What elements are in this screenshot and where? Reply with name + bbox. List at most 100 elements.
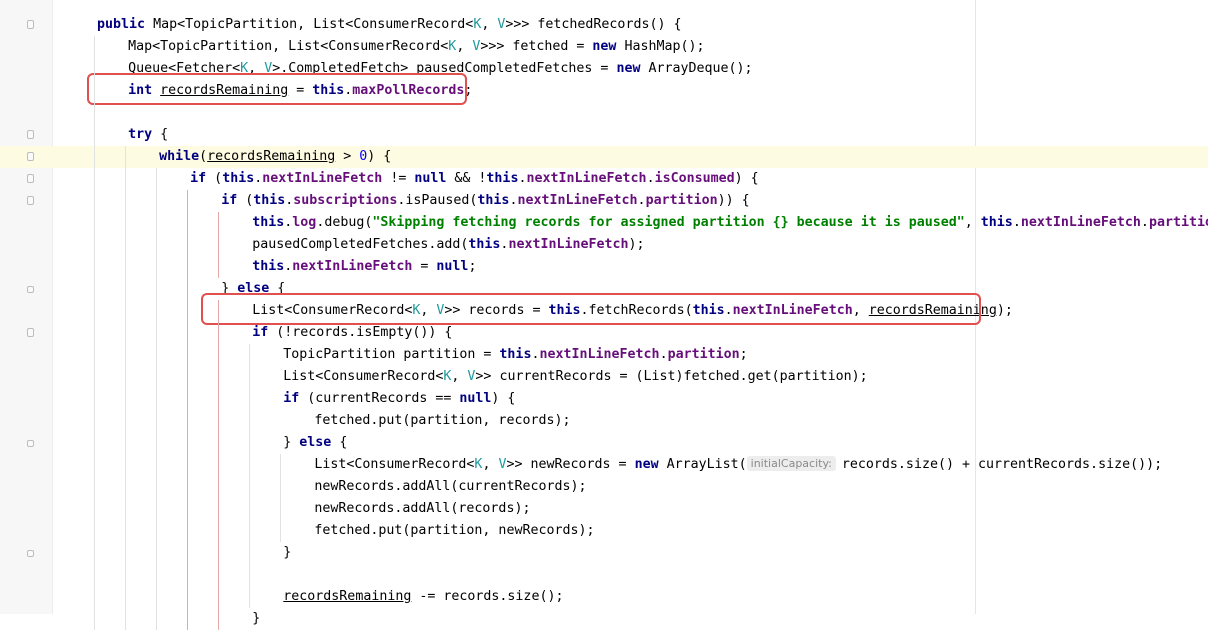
fold-marker-icon[interactable] <box>27 550 34 557</box>
code-line[interactable]: TopicPartition partition = this.nextInLi… <box>0 344 1208 366</box>
code-token: this <box>486 171 519 186</box>
code-token: TopicPartition partition = <box>283 347 500 362</box>
code-line-text: newRecords.addAll(records); <box>314 498 530 520</box>
fold-marker-icon[interactable] <box>27 196 34 205</box>
code-line[interactable]: fetched.put(partition, records); <box>0 410 1208 432</box>
code-line-text: } <box>252 608 260 630</box>
indent-guide <box>125 146 127 630</box>
code-token: records.size() + currentRecords.size()); <box>841 457 1163 472</box>
code-token: this <box>499 347 532 362</box>
code-token: nextInLineFetch <box>517 193 638 208</box>
code-line-text: } else { <box>283 432 347 454</box>
code-line[interactable]: pausedCompletedFetches.add(this.nextInLi… <box>0 234 1208 256</box>
code-token: ArrayList( <box>658 457 747 472</box>
code-token: ( <box>206 171 223 186</box>
code-token: try <box>128 127 153 142</box>
fold-marker-icon[interactable] <box>27 20 34 29</box>
code-line[interactable]: fetched.put(partition, newRecords); <box>0 520 1208 542</box>
code-line[interactable]: recordsRemaining -= records.size(); <box>0 586 1208 608</box>
code-token: nextInLineFetch <box>526 171 647 186</box>
code-token: = <box>412 259 437 274</box>
code-line-text: pausedCompletedFetches.add(this.nextInLi… <box>252 234 644 256</box>
code-token: nextInLineFetch <box>262 171 383 186</box>
code-token: while <box>159 149 200 164</box>
code-token: this <box>252 259 285 274</box>
code-token: != <box>382 171 415 186</box>
code-line[interactable]: try { <box>0 124 1208 146</box>
fold-marker-icon[interactable] <box>27 174 34 183</box>
code-token: isConsumed <box>654 171 735 186</box>
code-line[interactable]: if (!records.isEmpty()) { <box>0 322 1208 344</box>
code-token: this <box>222 171 255 186</box>
code-token: if <box>252 325 269 340</box>
code-token: } <box>283 435 300 450</box>
code-line[interactable]: if (currentRecords == null) { <box>0 388 1208 410</box>
code-token: , <box>456 39 473 54</box>
code-token: .debug( <box>316 215 373 230</box>
code-line[interactable]: List<ConsumerRecord<K, V>> newRecords = … <box>0 454 1208 476</box>
code-token: List<ConsumerRecord< <box>283 369 444 384</box>
annotation-box-records-remaining <box>87 73 467 105</box>
code-line[interactable]: Map<TopicPartition, List<ConsumerRecord<… <box>0 36 1208 58</box>
code-token: , <box>964 215 981 230</box>
code-line[interactable]: while(recordsRemaining > 0) { <box>0 146 1208 168</box>
code-token: >>> fetchedRecords() { <box>505 17 682 32</box>
code-token: Map<TopicPartition, List<ConsumerRecord< <box>145 17 474 32</box>
code-line[interactable]: List<ConsumerRecord<K, V>> currentRecord… <box>0 366 1208 388</box>
code-line[interactable]: this.nextInLineFetch = null; <box>0 256 1208 278</box>
code-token: partition <box>667 347 740 362</box>
indent-guide <box>218 212 220 278</box>
code-token: else <box>299 435 332 450</box>
code-line[interactable]: newRecords.addAll(currentRecords); <box>0 476 1208 498</box>
fold-marker-icon[interactable] <box>27 328 34 337</box>
code-token: subscriptions <box>293 193 398 208</box>
code-line-text: if (!records.isEmpty()) { <box>252 322 452 344</box>
code-token: >>> fetched = <box>480 39 593 54</box>
code-token: )) { <box>717 193 750 208</box>
indent-guide <box>218 300 220 630</box>
fold-marker-icon[interactable] <box>27 440 34 447</box>
code-line[interactable]: if (this.nextInLineFetch != null && !thi… <box>0 168 1208 190</box>
code-line[interactable]: this. log.debug("Skipping fetching record… <box>0 212 1208 234</box>
code-token: if <box>283 391 300 406</box>
code-token: . <box>646 171 655 186</box>
code-line[interactable] <box>0 564 1208 586</box>
code-token: >> newRecords = <box>506 457 635 472</box>
code-line-text: fetched.put(partition, records); <box>314 410 570 432</box>
code-line[interactable]: public Map<TopicPartition, List<Consumer… <box>0 14 1208 36</box>
code-line[interactable]: } <box>0 542 1208 564</box>
code-token: nextInLineFetch <box>508 237 629 252</box>
fold-marker-icon[interactable] <box>27 130 34 139</box>
indent-guide <box>187 190 189 630</box>
code-line[interactable]: } <box>0 608 1208 630</box>
fold-marker-icon[interactable] <box>27 286 34 293</box>
code-token: ; <box>739 347 748 362</box>
code-line-text: List<ConsumerRecord<K, V>> newRecords = … <box>314 454 1162 476</box>
code-token: log <box>292 215 317 230</box>
code-line[interactable] <box>0 102 1208 124</box>
code-token: { <box>152 127 169 142</box>
code-token: , <box>482 457 499 472</box>
code-line-text: newRecords.addAll(currentRecords); <box>314 476 586 498</box>
code-line-text: if (currentRecords == null) { <box>283 388 515 410</box>
code-token: ( <box>237 193 254 208</box>
parameter-hint: initialCapacity: <box>746 456 836 471</box>
code-line[interactable]: newRecords.addAll(records); <box>0 498 1208 520</box>
code-token: pausedCompletedFetches.add( <box>252 237 469 252</box>
code-token: this <box>253 193 286 208</box>
fold-marker-icon[interactable] <box>27 152 34 161</box>
code-token: newRecords.addAll(records); <box>314 501 531 516</box>
code-token: -= records.size(); <box>411 589 564 604</box>
code-line-text: while(recordsRemaining > 0) { <box>159 146 391 168</box>
code-line-text: this.nextInLineFetch = null; <box>252 256 476 278</box>
code-token: nextInLineFetch <box>1020 215 1141 230</box>
code-line[interactable]: } else { <box>0 432 1208 454</box>
code-token: recordsRemaining <box>207 149 336 164</box>
code-token: this <box>468 237 501 252</box>
code-line[interactable]: if (this.subscriptions.isPaused(this.nex… <box>0 190 1208 212</box>
code-line-text: fetched.put(partition, newRecords); <box>314 520 594 542</box>
code-token: List<ConsumerRecord< <box>314 457 475 472</box>
code-token: fetched.put(partition, records); <box>314 413 571 428</box>
code-token: >> currentRecords = (List)fetched.get(pa… <box>475 369 868 384</box>
code-token: if <box>190 171 207 186</box>
